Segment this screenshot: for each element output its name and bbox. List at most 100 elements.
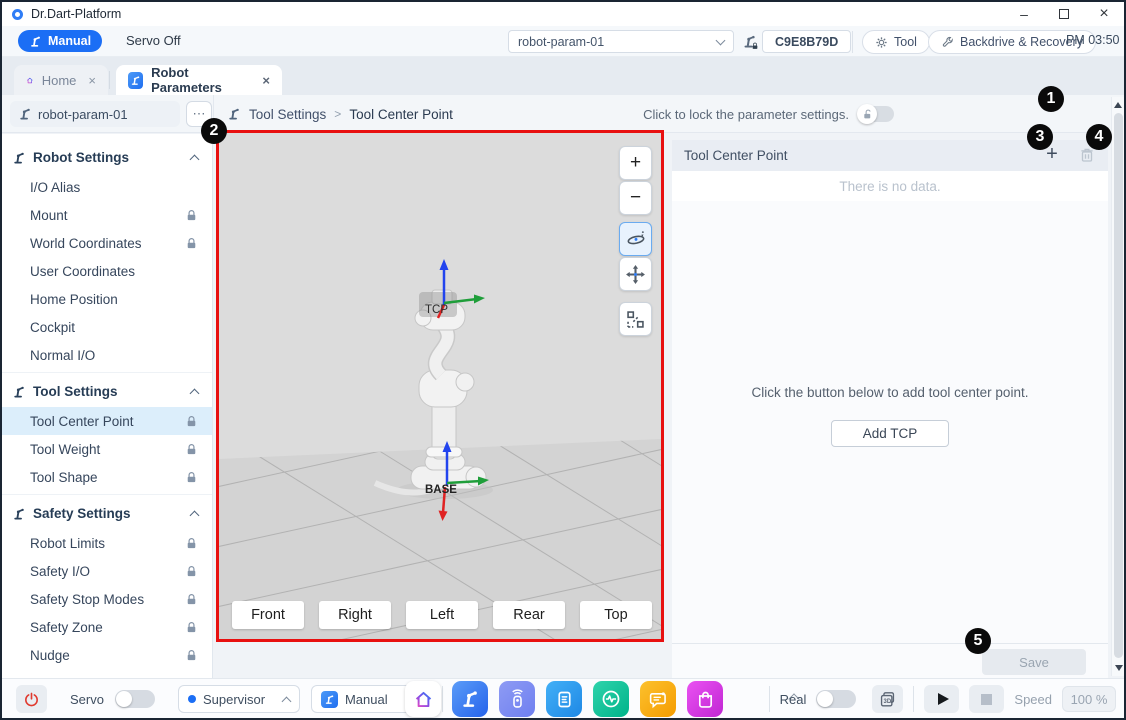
- sidebar-item-nudge[interactable]: Nudge: [2, 641, 212, 669]
- robot-icon: [29, 35, 42, 48]
- tab-robot-parameters-close-icon[interactable]: ×: [262, 73, 270, 88]
- view-rear-button[interactable]: Rear: [493, 601, 565, 629]
- message-app-button[interactable]: [640, 681, 676, 717]
- lock-icon: [185, 443, 198, 456]
- view-left-button[interactable]: Left: [406, 601, 478, 629]
- sidebar-item-tool-center-point[interactable]: Tool Center Point: [2, 407, 212, 435]
- measure-tool-button[interactable]: [619, 302, 652, 336]
- sidebar-section-tool-settings: Tool Settings Tool Center Point Tool Wei…: [2, 372, 212, 491]
- lock-icon: [185, 415, 198, 428]
- monitoring-app-button[interactable]: [593, 681, 629, 717]
- sidebar-nav: Robot Settings I/O Alias Mount World Coo…: [2, 134, 213, 678]
- store-app-button[interactable]: [687, 681, 723, 717]
- home-app-button[interactable]: [405, 681, 441, 717]
- lock-icon: [185, 471, 198, 484]
- 3d-view-button[interactable]: [872, 685, 903, 713]
- view-front-button[interactable]: Front: [232, 601, 304, 629]
- sidebar-item-tool-weight[interactable]: Tool Weight: [2, 435, 212, 463]
- user-role-select[interactable]: Supervisor: [178, 685, 300, 713]
- lock-icon: [185, 593, 198, 606]
- tab-bar: Home × Robot Parameters ×: [2, 57, 1124, 95]
- pan-tool-button[interactable]: [619, 257, 652, 291]
- sidebar-header-robot-settings[interactable]: Robot Settings: [2, 142, 212, 173]
- real-toggle[interactable]: [816, 690, 856, 708]
- base-label: BASE: [425, 484, 457, 496]
- tab-home-close-icon[interactable]: ×: [88, 73, 96, 88]
- speed-label: Speed: [1014, 692, 1052, 707]
- robot-icon: [12, 507, 26, 521]
- robot-params-app-button[interactable]: [452, 681, 488, 717]
- add-tcp-hint-text: Click the button below to add tool cente…: [672, 385, 1108, 400]
- task-editor-app-button[interactable]: [546, 681, 582, 717]
- content-top-bar: robot-param-01 ⋯ Tool Settings > Tool Ce…: [2, 95, 1124, 133]
- chevron-up-icon: [190, 154, 200, 164]
- chevron-up-icon: [282, 696, 292, 706]
- tab-robot-parameters[interactable]: Robot Parameters ×: [116, 65, 282, 95]
- lock-icon: [185, 565, 198, 578]
- robot-3d-scene: TCP BASE: [219, 133, 661, 639]
- zoom-in-button[interactable]: +: [619, 146, 652, 180]
- sidebar-item-home-position[interactable]: Home Position: [2, 285, 212, 313]
- view-right-button[interactable]: Right: [319, 601, 391, 629]
- parameter-lock-bar: Click to lock the parameter settings.: [643, 95, 894, 133]
- speed-value-box[interactable]: 100 %: [1062, 686, 1116, 712]
- breadcrumb-parent[interactable]: Tool Settings: [249, 107, 326, 122]
- sidebar-item-world-coordinates[interactable]: World Coordinates: [2, 229, 212, 257]
- scroll-up-icon[interactable]: [1114, 102, 1122, 108]
- robot-icon: [460, 689, 480, 709]
- backdrive-label: Backdrive & Recovery: [960, 35, 1083, 49]
- sidebar-item-safety-stop-modes[interactable]: Safety Stop Modes: [2, 585, 212, 613]
- robot-icon: [12, 151, 26, 165]
- sidebar-header-safety-settings[interactable]: Safety Settings: [2, 498, 212, 529]
- robot-3d-viewer[interactable]: TCP BASE + − Front Right Left Rear Top: [216, 130, 664, 642]
- robot-lock-icon: [742, 34, 757, 49]
- view-top-button[interactable]: Top: [580, 601, 652, 629]
- sidebar-item-io-alias[interactable]: I/O Alias: [2, 173, 212, 201]
- robot-icon: [227, 107, 241, 121]
- robot-icon: [12, 385, 26, 399]
- servo-toggle[interactable]: [115, 690, 155, 708]
- sidebar-item-robot-limits[interactable]: Robot Limits: [2, 529, 212, 557]
- app-dock: [405, 681, 723, 717]
- power-button[interactable]: [16, 685, 47, 713]
- zoom-out-button[interactable]: −: [619, 181, 652, 215]
- parameter-lock-toggle[interactable]: [858, 106, 894, 122]
- close-button[interactable]: ×: [1084, 2, 1124, 26]
- robot-serial-chip[interactable]: C9E8B79D: [762, 30, 851, 53]
- save-button[interactable]: Save: [982, 649, 1086, 675]
- robot-mode-value: Manual: [345, 692, 388, 707]
- minimize-button[interactable]: –: [1004, 2, 1044, 26]
- sidebar-item-user-coordinates[interactable]: User Coordinates: [2, 257, 212, 285]
- divider: [852, 31, 853, 53]
- sidebar-item-safety-zone[interactable]: Safety Zone: [2, 613, 212, 641]
- sidebar-item-cockpit[interactable]: Cockpit: [2, 313, 212, 341]
- sidebar-item-safety-io[interactable]: Safety I/O: [2, 557, 212, 585]
- sidebar-item-mount[interactable]: Mount: [2, 201, 212, 229]
- sidebar-item-normal-io[interactable]: Normal I/O: [2, 341, 212, 369]
- breadcrumb-separator: >: [334, 107, 341, 121]
- pulse-monitor-icon: [600, 688, 622, 710]
- tab-home[interactable]: Home ×: [14, 65, 108, 95]
- tcp-panel-title: Tool Center Point: [684, 148, 788, 163]
- play-button[interactable]: [924, 685, 959, 713]
- sidebar-item-tool-shape[interactable]: Tool Shape: [2, 463, 212, 491]
- save-row: Save: [672, 643, 1108, 678]
- scroll-down-icon[interactable]: [1115, 665, 1123, 671]
- bottom-bar: Servo Supervisor Manual: [2, 678, 1124, 718]
- stop-button[interactable]: [969, 685, 1004, 713]
- scrollbar-thumb[interactable]: [1114, 113, 1123, 658]
- sidebar-header-tool-settings[interactable]: Tool Settings: [2, 376, 212, 407]
- param-name-field[interactable]: robot-param-01: [10, 101, 180, 127]
- jog-app-button[interactable]: [499, 681, 535, 717]
- sidebar-section-safety-settings: Safety Settings Robot Limits Safety I/O …: [2, 494, 212, 669]
- add-tcp-button[interactable]: Add TCP: [831, 420, 949, 447]
- orbit-tool-button[interactable]: [619, 222, 652, 256]
- servo-status-text: Servo Off: [126, 33, 181, 48]
- tool-button[interactable]: Tool: [862, 30, 930, 54]
- param-file-select[interactable]: robot-param-01: [508, 30, 734, 53]
- maximize-button[interactable]: [1044, 2, 1084, 26]
- home-icon: [26, 73, 34, 88]
- panel-scrollbar[interactable]: [1111, 97, 1124, 676]
- real-toggle-label: Real: [780, 692, 807, 707]
- mode-badge[interactable]: Manual: [18, 30, 102, 52]
